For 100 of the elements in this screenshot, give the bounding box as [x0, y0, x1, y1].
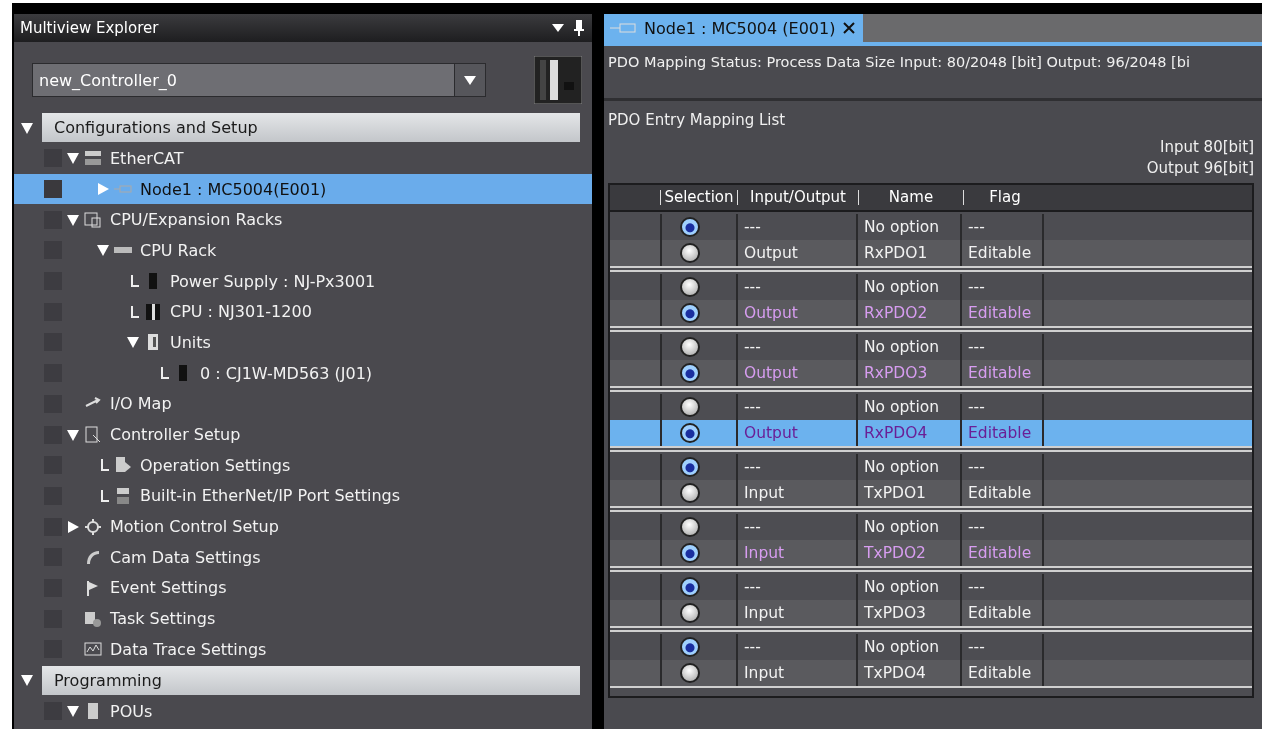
pin-icon[interactable] [574, 20, 584, 36]
table-cell: Input [736, 660, 856, 686]
radio-button[interactable] [680, 243, 700, 263]
table-row[interactable]: Output RxPDO4 Editable [610, 420, 1252, 446]
table-cell: Editable [960, 660, 1042, 686]
radio-button[interactable] [680, 397, 700, 417]
radio-button[interactable] [680, 217, 700, 237]
tree-item[interactable]: Built-in EtherNet/IP Port Settings [14, 480, 592, 512]
tree-item[interactable]: Cam Data Settings [14, 541, 592, 573]
panel-title: Multiview Explorer [20, 19, 159, 37]
table-cell: TxPDO3 [856, 600, 960, 626]
tree-item[interactable]: CPU Rack [14, 235, 592, 266]
table-row[interactable]: Input TxPDO1 Editable [610, 480, 1252, 506]
expander-icon[interactable] [126, 335, 140, 350]
radio-button[interactable] [680, 277, 700, 297]
dropdown-icon[interactable] [552, 24, 564, 32]
table-cell: Editable [960, 480, 1042, 506]
table-cell: Editable [960, 600, 1042, 626]
table-cell: RxPDO4 [856, 420, 960, 446]
table-cell: Editable [960, 420, 1042, 446]
table-cell: Output [736, 240, 856, 266]
table-cell: TxPDO1 [856, 480, 960, 506]
table-cell: TxPDO2 [856, 540, 960, 566]
total-text: Input 80[bit] [1160, 137, 1254, 158]
close-icon[interactable] [843, 22, 856, 34]
node-icon [610, 22, 636, 34]
port-icon [114, 486, 132, 505]
column-header[interactable]: Flag [963, 190, 1046, 205]
table-cell: Output [736, 420, 856, 446]
expander-icon[interactable] [66, 151, 80, 166]
table-cell: Input [736, 600, 856, 626]
table-row[interactable]: Input TxPDO4 Editable [610, 660, 1252, 686]
tree-item[interactable]: 0 : CJ1W-MD563 (J01) [14, 357, 592, 389]
radio-button[interactable] [680, 637, 700, 657]
tree-item[interactable]: Task Settings [14, 603, 592, 634]
tree-item[interactable]: Event Settings [14, 572, 592, 604]
chart-icon [84, 640, 102, 659]
table-cell: RxPDO1 [856, 240, 960, 266]
status-text: PDO Mapping Status: Process Data Size Input: 80/2048 [bit] Output: 96/2048 [bi [608, 54, 1191, 72]
expander-icon[interactable] [66, 519, 80, 534]
column-header[interactable]: Selection [660, 190, 737, 205]
expander-icon[interactable] [96, 243, 110, 258]
cam-icon [84, 548, 102, 567]
rack-icon [114, 247, 132, 254]
table-cell: RxPDO3 [856, 360, 960, 386]
expander-icon[interactable] [66, 704, 80, 719]
expander-icon[interactable] [20, 120, 34, 135]
tree-item[interactable]: CPU/Expansion Racks [14, 204, 592, 236]
radio-button[interactable] [680, 457, 700, 477]
radio-button[interactable] [680, 517, 700, 537]
controller-dropdown[interactable]: new_Controller_0 [32, 63, 486, 97]
table-row[interactable]: Output RxPDO1 Editable [610, 240, 1252, 266]
document-icon [84, 425, 102, 444]
tree-item[interactable]: Data Trace Settings [14, 634, 592, 665]
status-square [44, 180, 62, 199]
task-icon [84, 609, 102, 628]
radio-button[interactable] [680, 363, 700, 383]
list-title: PDO Entry Mapping List [608, 111, 787, 129]
column-header[interactable]: Input/Output [737, 190, 858, 205]
radio-button[interactable] [680, 337, 700, 357]
network-icon [84, 149, 102, 168]
radio-button[interactable] [680, 423, 700, 443]
tree-item[interactable]: Motion Control Setup [14, 511, 592, 542]
controller-icon[interactable] [534, 56, 582, 104]
tree-item[interactable]: Controller Setup [14, 419, 592, 450]
table-cell: Editable [960, 300, 1042, 326]
expander-icon[interactable] [20, 673, 34, 688]
editor-tab[interactable]: Node1 : MC5004 (E001) [604, 14, 864, 42]
column-header[interactable]: Name [858, 190, 963, 205]
radio-button[interactable] [680, 543, 700, 563]
radio-button[interactable] [680, 663, 700, 683]
expander-icon[interactable] [66, 427, 80, 442]
table-cell: RxPDO2 [856, 300, 960, 326]
document-icon [114, 456, 132, 475]
section-header[interactable]: Configurations and Setup [42, 113, 580, 142]
table-cell: Input [736, 480, 856, 506]
section-header[interactable]: Programming [42, 665, 580, 695]
tree-item[interactable]: I/O Map [14, 388, 592, 420]
table-cell: Editable [960, 540, 1042, 566]
table-cell: Editable [960, 360, 1042, 386]
table-cell: TxPDO4 [856, 660, 960, 686]
table-cell: Output [736, 300, 856, 326]
tree-item[interactable]: POUs [14, 695, 592, 727]
cpu-icon [144, 302, 162, 321]
tree-item[interactable]: Units [14, 327, 592, 358]
table-cell: Output [736, 360, 856, 386]
tree-item[interactable]: Power Supply : NJ-Px3001 [14, 265, 592, 297]
radio-button[interactable] [680, 303, 700, 323]
tree-item[interactable]: Operation Settings [14, 449, 592, 481]
table-row[interactable]: Input TxPDO3 Editable [610, 600, 1252, 626]
radio-button[interactable] [680, 577, 700, 597]
tree-item[interactable]: CPU : NJ301-1200 [14, 296, 592, 328]
tree-item[interactable]: EtherCAT [14, 143, 592, 174]
radio-button[interactable] [680, 603, 700, 623]
table-cell: Input [736, 540, 856, 566]
rack-icon [84, 210, 102, 229]
caret-icon[interactable] [464, 75, 476, 85]
tree-item[interactable]: Node1 : MC5004(E001) [14, 173, 592, 205]
radio-button[interactable] [680, 483, 700, 503]
expander-icon[interactable] [66, 212, 80, 227]
